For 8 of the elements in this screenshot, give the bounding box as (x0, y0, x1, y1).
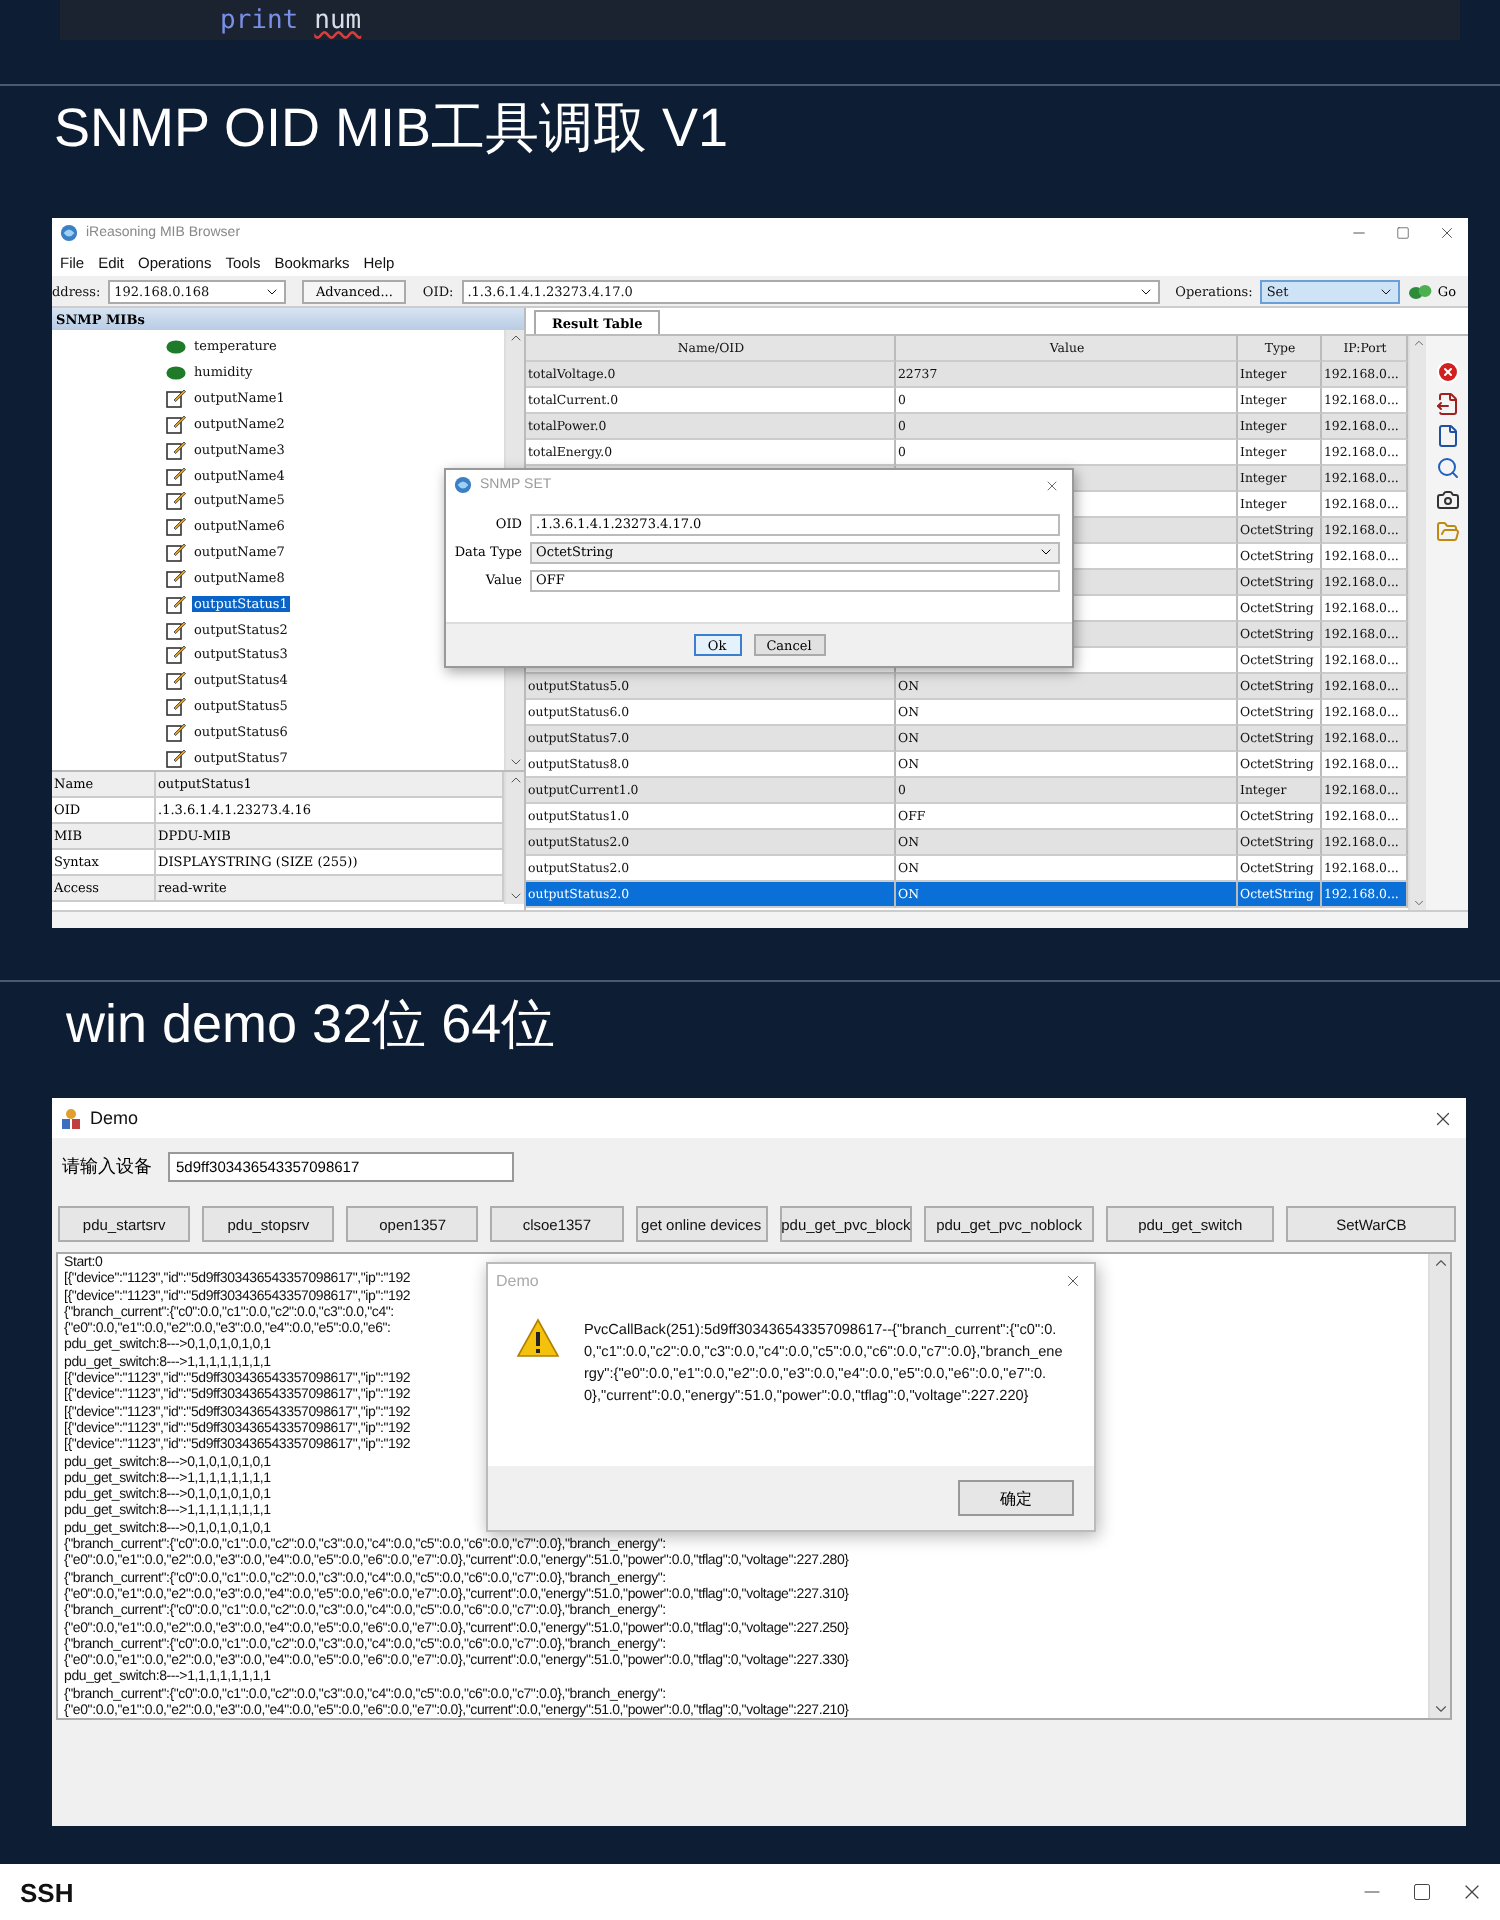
device-label: 请输入设备 (62, 1153, 152, 1179)
code-keyword: print (220, 5, 299, 35)
dialog-title: Demo (496, 1272, 541, 1290)
window-title: Demo (90, 1108, 141, 1128)
window-title: SSH (20, 1877, 76, 1907)
section-heading: win demo 32位 64位 (64, 992, 558, 1058)
code-identifier: num (314, 5, 362, 35)
section-heading: SNMP OID MIB工具调取 V1 (52, 96, 731, 162)
